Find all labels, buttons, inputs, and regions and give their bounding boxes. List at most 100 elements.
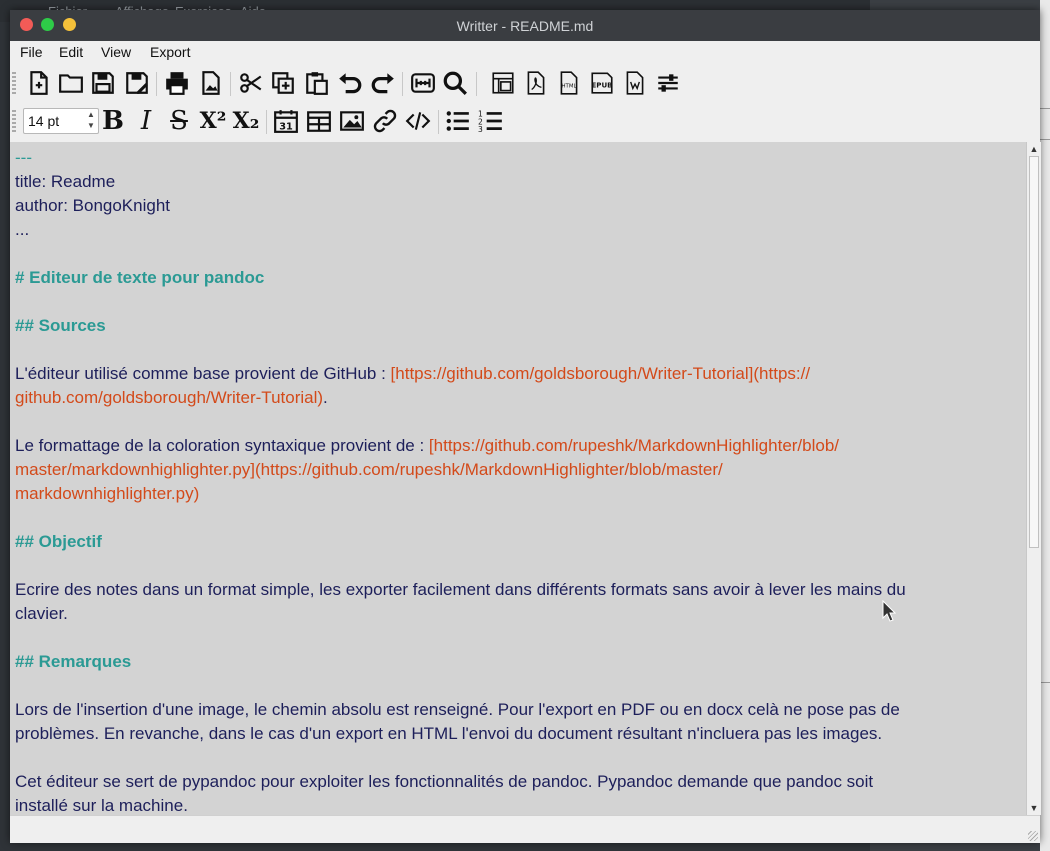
line-text: Ecrire des notes dans un format simple, … xyxy=(15,580,906,599)
scroll-down-icon[interactable]: ▼ xyxy=(1027,801,1041,815)
strikethrough-button[interactable]: S xyxy=(164,106,194,136)
subscript-button[interactable]: X₂ xyxy=(231,106,261,136)
markdown-link: [https://github.com/goldsborough/Writer-… xyxy=(390,364,811,383)
table-icon[interactable] xyxy=(304,106,334,136)
line-text: installé sur la machine. xyxy=(15,796,188,815)
text-editor[interactable]: --- title: Readme author: BongoKnight... # … xyxy=(10,142,1026,815)
markdown-link: [https://github.com/rupeshk/MarkdownHigh… xyxy=(428,436,840,455)
print-icon[interactable] xyxy=(162,68,192,98)
calendar-day: 31 xyxy=(279,122,293,133)
editor-line: master/markdownhighlighter.py](https://g… xyxy=(15,458,1015,482)
export-pdf-icon[interactable] xyxy=(521,68,551,98)
markdown-heading: ## Remarques xyxy=(15,652,132,671)
bold-button[interactable]: B xyxy=(98,106,128,136)
line-text: problèmes. En revanche, dans le cas d'un… xyxy=(15,724,883,743)
link-icon[interactable] xyxy=(370,106,400,136)
undo-icon[interactable] xyxy=(335,68,365,98)
line-text: Cet éditeur se sert de pypandoc pour exp… xyxy=(15,772,874,791)
vertical-scrollbar[interactable]: ▲ ▼ xyxy=(1026,142,1041,815)
font-size-spinbox[interactable]: 14 pt ▲ ▼ xyxy=(23,108,99,134)
paste-icon[interactable] xyxy=(302,68,332,98)
line-text: clavier. xyxy=(15,604,68,623)
line-text: Lors de l'insertion d'une image, le chem… xyxy=(15,700,900,719)
scroll-up-icon[interactable]: ▲ xyxy=(1027,142,1041,156)
scroll-thumb[interactable] xyxy=(1029,156,1039,548)
export-html-icon[interactable]: HTML xyxy=(554,68,584,98)
markdown-link: github.com/goldsborough/Writer-Tutorial) xyxy=(15,388,324,407)
spin-up-icon[interactable]: ▲ xyxy=(86,110,96,120)
resize-grip[interactable] xyxy=(1028,831,1038,841)
editor-content[interactable]: --- title: Readme author: BongoKnight... # … xyxy=(15,146,1015,815)
menu-bar: File Edit View Export xyxy=(10,41,1040,63)
markdown-link: markdownhighlighter.py) xyxy=(15,484,200,503)
word-count-icon[interactable] xyxy=(408,68,438,98)
superscript-button[interactable]: X² xyxy=(198,106,228,136)
editor-line: # Editeur de texte pour pandoc xyxy=(15,266,1015,290)
title-bar[interactable]: Writter - README.md xyxy=(10,10,1040,41)
line-text: --- xyxy=(15,148,32,167)
svg-text:HTML: HTML xyxy=(561,83,576,89)
editor-line: title: Readme xyxy=(15,170,1015,194)
editor-line: clavier. xyxy=(15,602,1015,626)
markdown-heading: # Editeur de texte pour pandoc xyxy=(15,268,265,287)
copy-icon[interactable] xyxy=(268,68,298,98)
print-preview-icon[interactable] xyxy=(196,68,226,98)
calendar-icon[interactable]: 31 xyxy=(271,106,301,136)
editor-line: ... xyxy=(15,218,1015,242)
export-epub-icon[interactable]: EPUB xyxy=(587,68,617,98)
editor-line: ## Remarques xyxy=(15,650,1015,674)
line-text: L'éditeur utilisé comme base provient de… xyxy=(15,364,391,383)
line-text: title: Readme xyxy=(15,172,116,191)
find-icon[interactable] xyxy=(440,68,470,98)
editor-line: ## Objectif xyxy=(15,530,1015,554)
menu-view[interactable]: View xyxy=(101,44,131,60)
editor-line: installé sur la machine. xyxy=(15,794,1015,815)
svg-text:EPUB: EPUB xyxy=(591,80,612,89)
code-icon[interactable] xyxy=(403,106,433,136)
markdown-heading: ## Objectif xyxy=(15,532,102,551)
save-as-icon[interactable] xyxy=(122,68,152,98)
status-bar xyxy=(10,815,1040,843)
bullet-list-icon[interactable] xyxy=(443,106,473,136)
cut-icon[interactable] xyxy=(236,68,266,98)
open-folder-icon[interactable] xyxy=(56,68,86,98)
new-file-icon[interactable] xyxy=(24,68,54,98)
save-icon[interactable] xyxy=(88,68,118,98)
spin-down-icon[interactable]: ▼ xyxy=(86,121,96,131)
line-text: author: BongoKnight xyxy=(15,196,171,215)
toolbar-grip[interactable] xyxy=(12,72,16,96)
export-docx-icon[interactable] xyxy=(620,68,650,98)
redo-icon[interactable] xyxy=(368,68,398,98)
menu-edit[interactable]: Edit xyxy=(59,44,83,60)
editor-line: ## Sources xyxy=(15,314,1015,338)
numbered-list-icon[interactable]: 123 xyxy=(476,106,506,136)
editor-line: --- xyxy=(15,146,1015,170)
main-toolbar: HTML EPUB xyxy=(10,66,1040,102)
editor-line: problèmes. En revanche, dans le cas d'un… xyxy=(15,722,1015,746)
line-text: Le formattage de la coloration syntaxiqu… xyxy=(15,436,429,455)
editor-window: Writter - README.md File Edit View Expor… xyxy=(10,10,1041,843)
editor-line: Ecrire des notes dans un format simple, … xyxy=(15,578,1015,602)
editor-line: Le formattage de la coloration syntaxiqu… xyxy=(15,434,1015,458)
italic-button[interactable]: I xyxy=(131,106,161,136)
editor-line: L'éditeur utilisé comme base provient de… xyxy=(15,362,1015,386)
editor-line: Cet éditeur se sert de pypandoc pour exp… xyxy=(15,770,1015,794)
settings-icon[interactable] xyxy=(653,68,683,98)
editor-line: markdownhighlighter.py) xyxy=(15,482,1015,506)
svg-text:3: 3 xyxy=(478,125,483,134)
markdown-heading: ## Sources xyxy=(15,316,106,335)
view-icon[interactable] xyxy=(488,68,518,98)
toolbar-grip[interactable] xyxy=(12,110,16,134)
menu-file[interactable]: File xyxy=(20,44,43,60)
menu-export[interactable]: Export xyxy=(150,44,190,60)
format-toolbar: 14 pt ▲ ▼ B I S X² X₂ 31 123 xyxy=(10,104,1040,140)
image-icon[interactable] xyxy=(337,106,367,136)
